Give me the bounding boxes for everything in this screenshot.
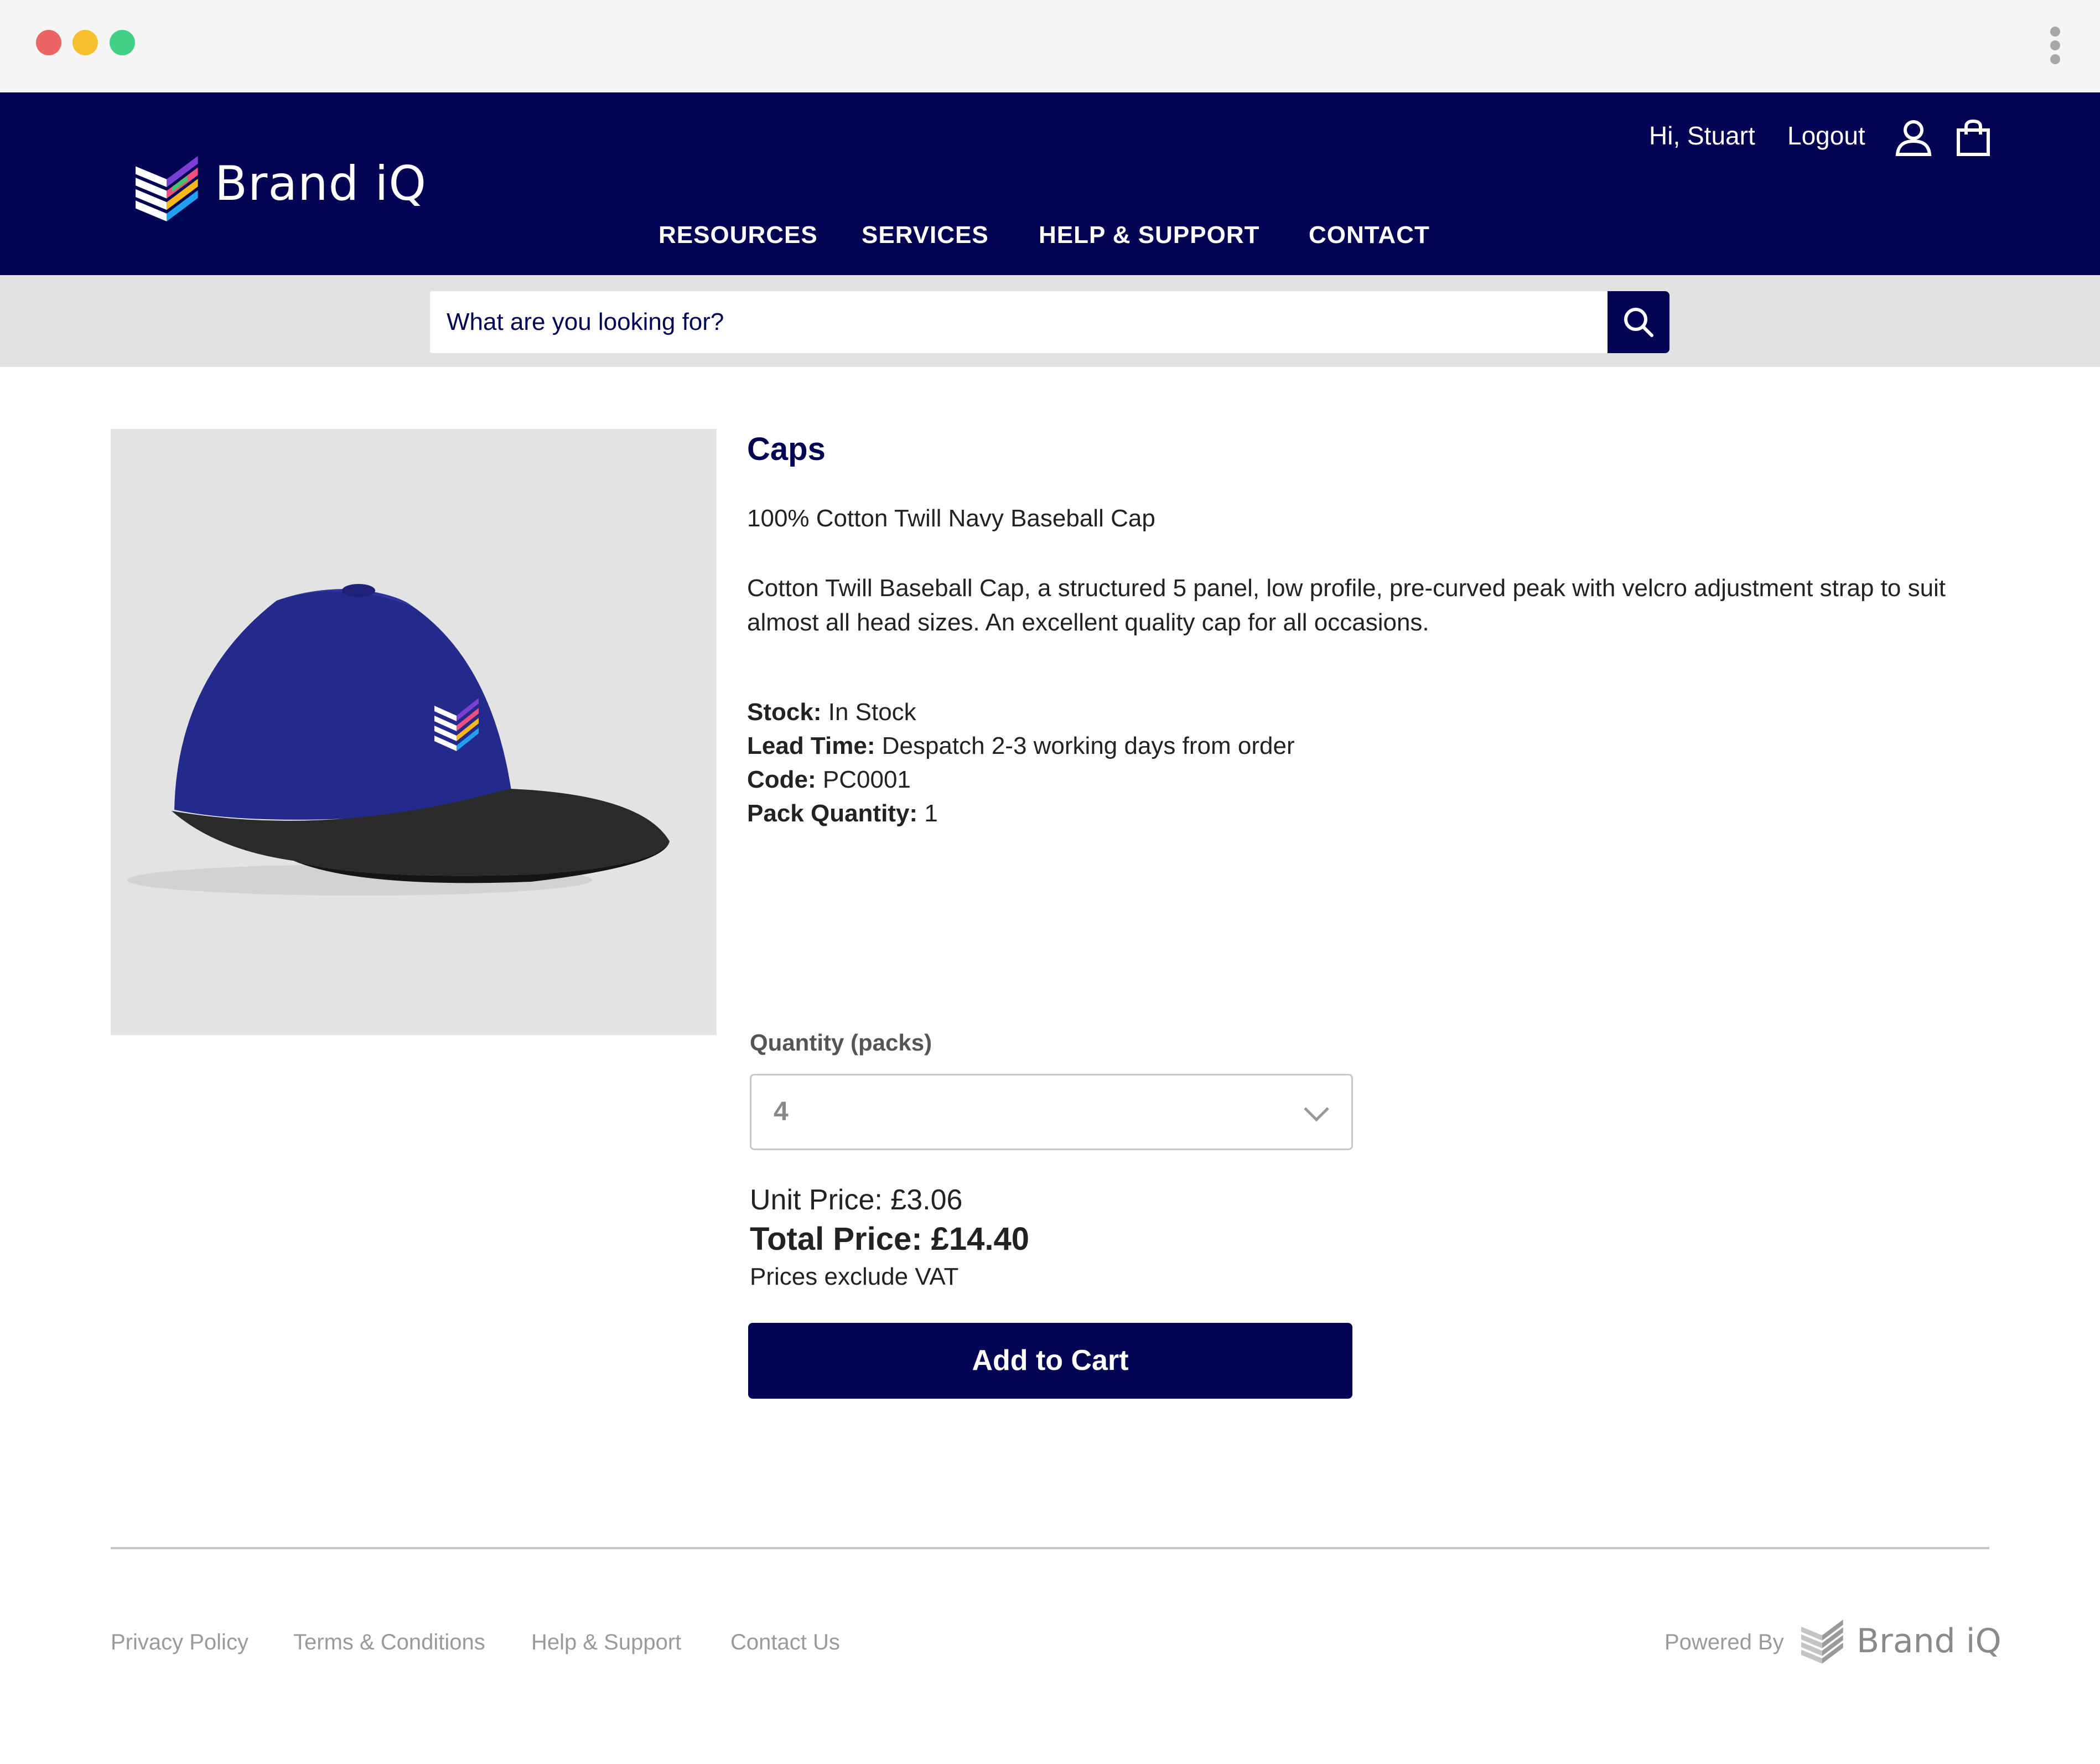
- spec-lead-time: Lead Time: Despatch 2-3 working days fro…: [747, 732, 1295, 760]
- spec-label: Code:: [747, 766, 816, 793]
- user-greeting: Hi, Stuart: [1649, 121, 1755, 150]
- footer-terms-conditions[interactable]: Terms & Conditions: [293, 1630, 485, 1655]
- vat-note: Prices exclude VAT: [750, 1263, 959, 1290]
- spec-stock: Stock: In Stock: [747, 699, 916, 726]
- brand-name[interactable]: Brand iQ: [215, 156, 427, 211]
- product-title: Caps: [747, 431, 826, 467]
- logout-link[interactable]: Logout: [1787, 121, 1865, 151]
- nav-services[interactable]: SERVICES: [862, 221, 989, 249]
- browser-chrome: [0, 0, 2100, 92]
- footer-brand-logo-icon: [1801, 1620, 1843, 1664]
- powered-by-label: Powered By: [1665, 1630, 1784, 1654]
- close-window-dot[interactable]: [36, 30, 61, 55]
- footer-divider: [111, 1547, 1989, 1549]
- nav-contact[interactable]: CONTACT: [1309, 221, 1430, 249]
- minimize-window-dot[interactable]: [72, 30, 98, 55]
- footer-privacy-policy[interactable]: Privacy Policy: [111, 1630, 248, 1655]
- unit-price: Unit Price: £3.06: [750, 1184, 963, 1216]
- search-button[interactable]: [1608, 291, 1669, 353]
- maximize-window-dot[interactable]: [110, 30, 135, 55]
- footer-brand-name: Brand iQ: [1857, 1622, 2002, 1660]
- footer-contact-us[interactable]: Contact Us: [730, 1630, 840, 1655]
- product-image: [111, 429, 717, 1035]
- quantity-value: 4: [774, 1097, 789, 1126]
- spec-value: In Stock: [828, 699, 916, 726]
- add-to-cart-button[interactable]: Add to Cart: [748, 1323, 1352, 1399]
- product-subtitle: 100% Cotton Twill Navy Baseball Cap: [747, 505, 1155, 532]
- user-icon[interactable]: [1895, 119, 1932, 157]
- spec-value: 1: [924, 800, 938, 827]
- search-icon: [1624, 308, 1653, 337]
- spec-value: PC0001: [822, 766, 911, 793]
- brand-logo-icon[interactable]: [136, 148, 203, 226]
- quantity-label: Quantity (packs): [750, 1030, 932, 1056]
- search-input[interactable]: [430, 291, 1608, 353]
- spec-value: Despatch 2-3 working days from order: [882, 732, 1295, 759]
- spec-label: Stock:: [747, 699, 822, 726]
- nav-resources[interactable]: RESOURCES: [658, 221, 818, 249]
- spec-label: Pack Quantity:: [747, 800, 918, 827]
- navy-cap-image: [127, 584, 670, 896]
- quantity-select[interactable]: 4: [750, 1074, 1353, 1150]
- product-description: Cotton Twill Baseball Cap, a structured …: [747, 575, 1946, 636]
- footer-help-support[interactable]: Help & Support: [531, 1630, 681, 1655]
- chevron-down-icon: [1304, 1107, 1329, 1122]
- nav-help-support[interactable]: HELP & SUPPORT: [1039, 221, 1259, 249]
- shopping-bag-icon[interactable]: [1956, 119, 1990, 157]
- spec-label: Lead Time:: [747, 732, 875, 759]
- browser-menu-icon[interactable]: [2050, 27, 2061, 64]
- spec-pack-quantity: Pack Quantity: 1: [747, 800, 938, 827]
- spec-code: Code: PC0001: [747, 766, 911, 794]
- total-price: Total Price: £14.40: [750, 1221, 1030, 1257]
